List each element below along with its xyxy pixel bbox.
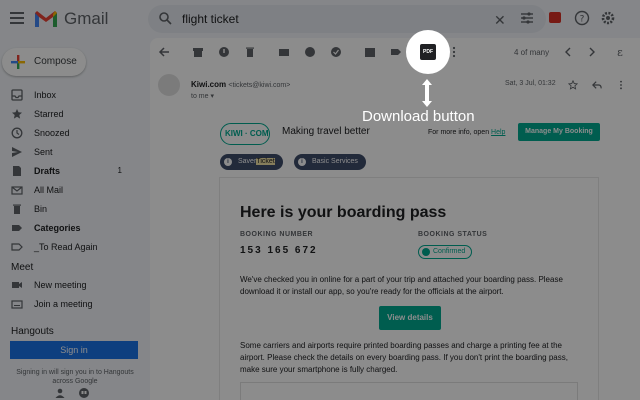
download-pdf-button[interactable]: PDF <box>406 30 450 74</box>
pdf-icon: PDF <box>420 44 436 60</box>
dim-overlay <box>0 0 640 400</box>
annotation-callout: Download button <box>362 108 475 125</box>
double-arrow-icon <box>422 79 432 107</box>
